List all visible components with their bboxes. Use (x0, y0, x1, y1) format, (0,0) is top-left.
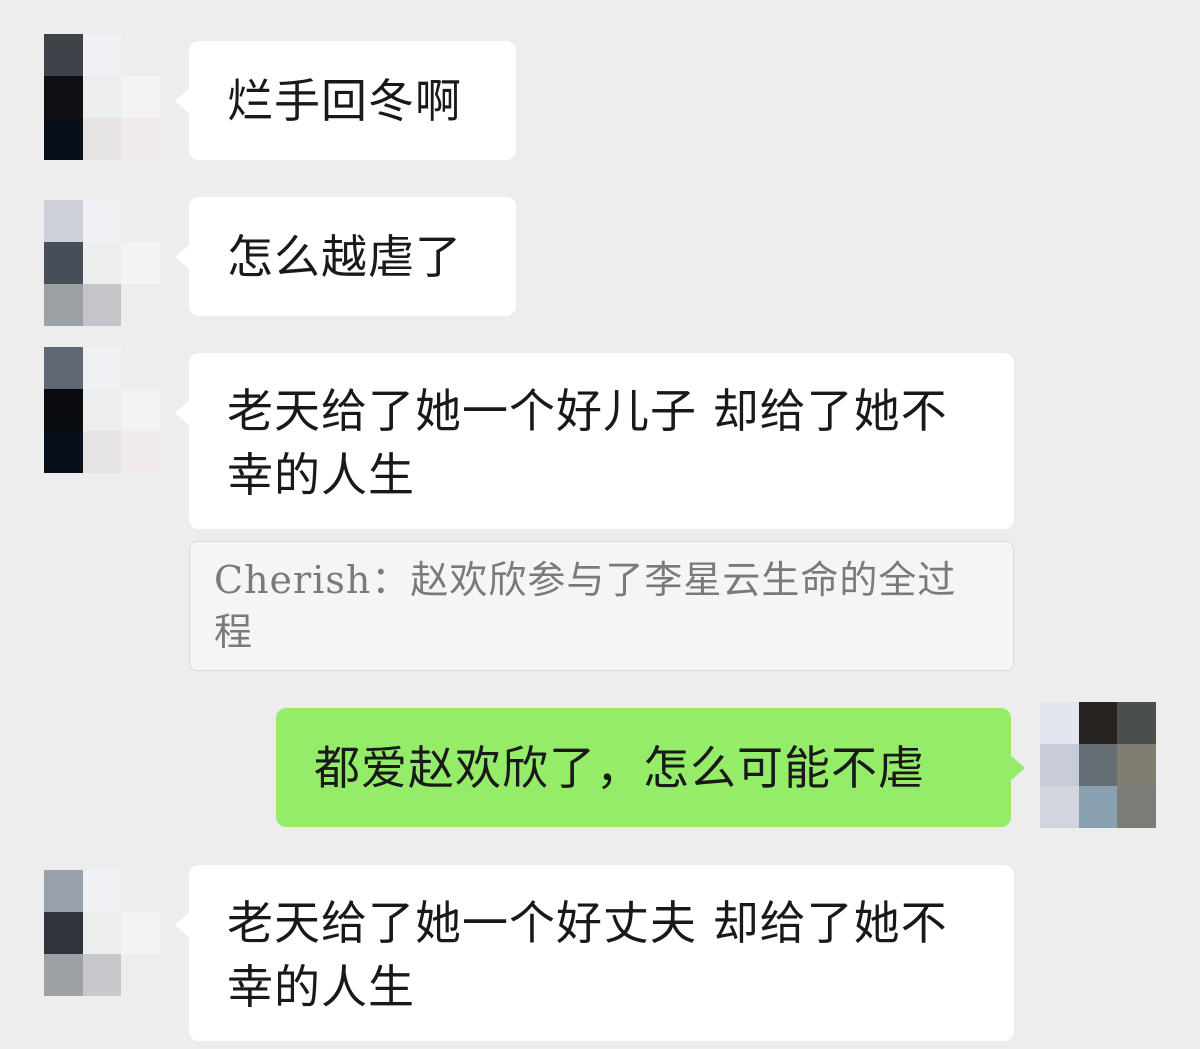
avatar-pixel (82, 76, 122, 118)
avatar-pixel (82, 954, 122, 996)
avatar-pixel (44, 954, 83, 996)
avatar-pixel (44, 76, 83, 118)
avatar-pixel (82, 200, 122, 242)
avatar-pixel (1117, 786, 1156, 828)
avatar-pixel (1078, 744, 1118, 786)
avatar-pixel (1040, 744, 1079, 786)
avatar[interactable] (44, 200, 160, 326)
avatar-pixel (1078, 702, 1118, 744)
avatar[interactable] (44, 34, 160, 160)
avatar-pixel (44, 200, 83, 242)
avatar-pixel (44, 347, 83, 389)
avatar-pixel (121, 870, 160, 912)
avatar-pixel (44, 242, 83, 284)
avatar-pixel (1117, 702, 1156, 744)
quote-text: Cherish：赵欢欣参与了李星云生命的全过程 (214, 558, 957, 654)
avatar-pixel (1078, 786, 1118, 828)
avatar[interactable] (44, 347, 160, 473)
message-text: 怎么越虐了 (227, 230, 462, 284)
avatar-pixel (121, 347, 160, 389)
avatar-pixel (82, 431, 122, 473)
avatar[interactable] (44, 870, 160, 996)
avatar-pixel (121, 389, 160, 431)
avatar-pixel (82, 284, 122, 326)
avatar-pixel (121, 76, 160, 118)
message-text: 烂手回冬啊 (227, 74, 462, 128)
avatar-pixel (121, 200, 160, 242)
quoted-reply[interactable]: Cherish：赵欢欣参与了李星云生命的全过程 (189, 541, 1014, 671)
avatar-self[interactable] (1040, 702, 1156, 828)
avatar-pixel (82, 389, 122, 431)
avatar-pixel (82, 242, 122, 284)
avatar-pixel (44, 431, 83, 473)
avatar-pixel (44, 118, 83, 160)
message-bubble[interactable]: 老天给了她一个好儿子 却给了她不幸的人生 (175, 353, 1014, 529)
chat-window: 烂手回冬啊 怎么越虐了 老天给了她一个好儿子 却给了她不幸的人生 Cherish… (0, 0, 1200, 1049)
message-text: 都爱赵欢欣了，怎么可能不虐 (314, 741, 925, 795)
avatar-pixel (1040, 702, 1079, 744)
avatar-pixel (82, 912, 122, 954)
avatar-pixel (121, 34, 160, 76)
avatar-pixel (44, 284, 83, 326)
message-bubble-outgoing[interactable]: 都爱赵欢欣了，怎么可能不虐 (276, 708, 1025, 827)
avatar-pixel (82, 34, 122, 76)
message-text: 老天给了她一个好儿子 却给了她不幸的人生 (227, 384, 948, 502)
avatar-pixel (121, 242, 160, 284)
message-bubble[interactable]: 怎么越虐了 (175, 197, 516, 316)
avatar-pixel (82, 347, 122, 389)
avatar-pixel (44, 870, 83, 912)
message-text: 老天给了她一个好丈夫 却给了她不幸的人生 (227, 896, 948, 1014)
avatar-pixel (44, 34, 83, 76)
avatar-pixel (82, 118, 122, 160)
avatar-pixel (121, 284, 160, 326)
avatar-pixel (121, 118, 160, 160)
avatar-pixel (121, 912, 160, 954)
message-bubble[interactable]: 老天给了她一个好丈夫 却给了她不幸的人生 (175, 865, 1014, 1041)
avatar-pixel (121, 431, 160, 473)
avatar-pixel (1040, 786, 1079, 828)
avatar-pixel (82, 870, 122, 912)
avatar-pixel (121, 954, 160, 996)
avatar-pixel (44, 389, 83, 431)
avatar-pixel (44, 912, 83, 954)
avatar-pixel (1117, 744, 1156, 786)
message-bubble[interactable]: 烂手回冬啊 (175, 41, 516, 160)
